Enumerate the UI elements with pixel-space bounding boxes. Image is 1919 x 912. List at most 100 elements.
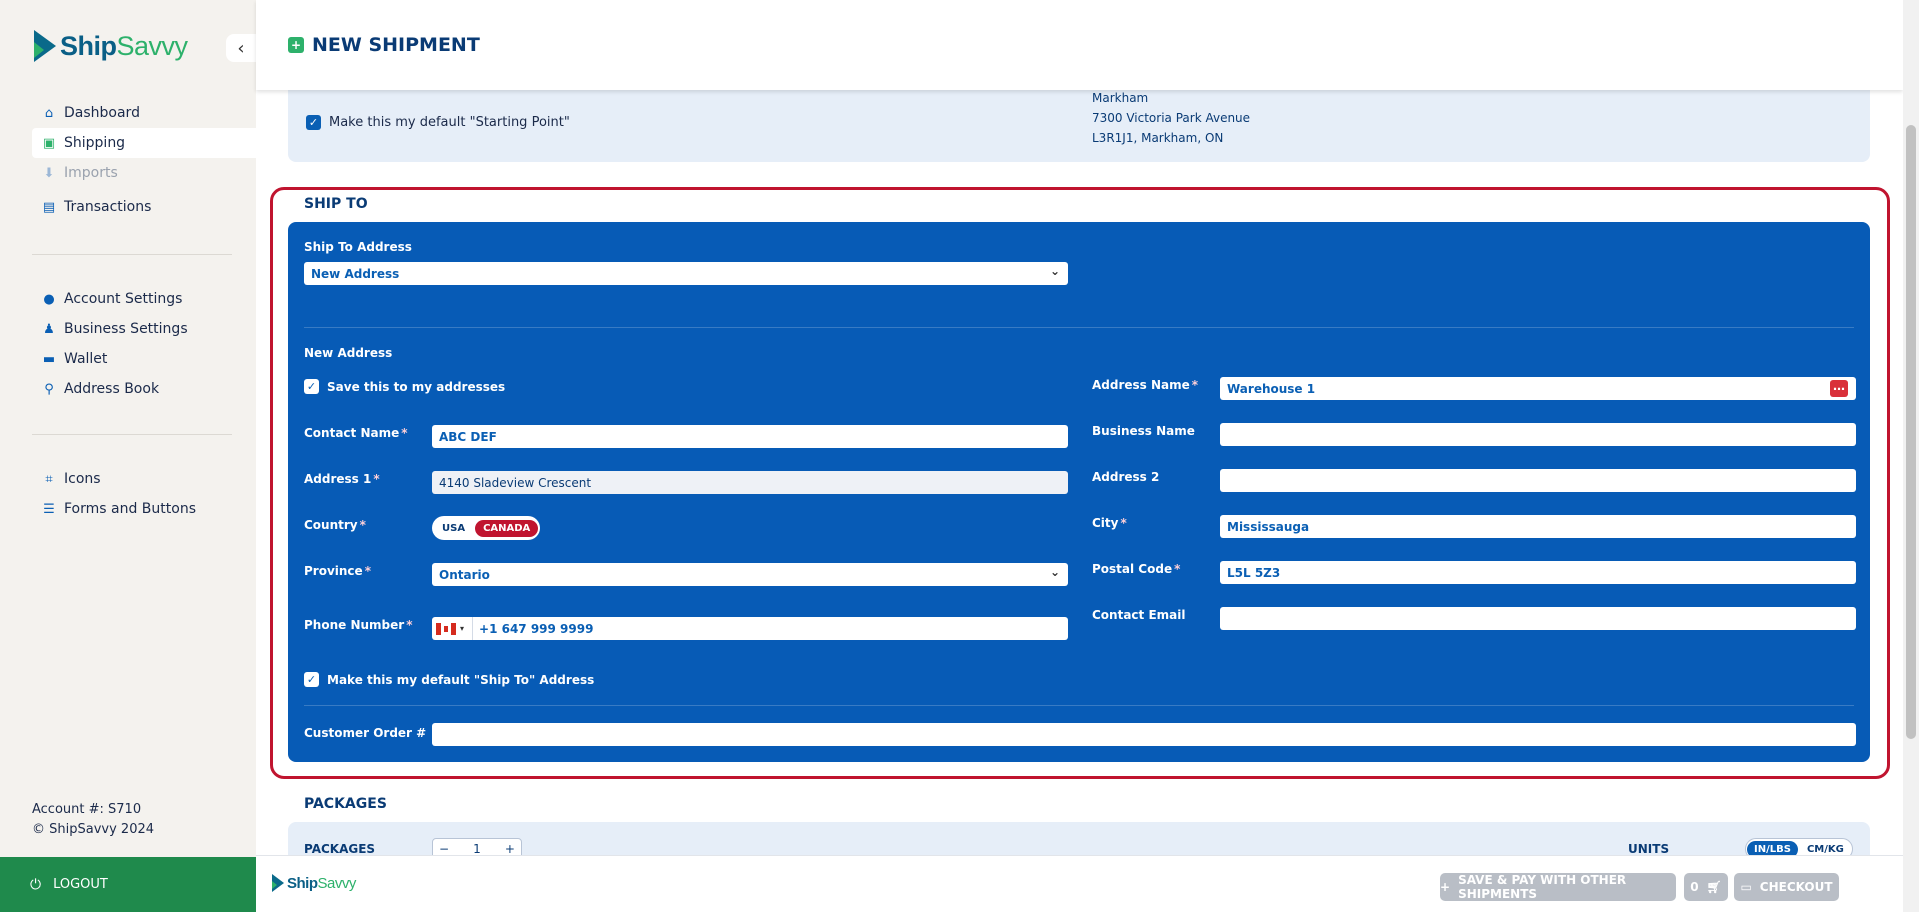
starting-point-address: Markham 7300 Victoria Park Avenue L3R1J1… [1092, 88, 1250, 148]
packages-panel: PACKAGES UNITS [288, 822, 1870, 855]
panel-divider [304, 327, 1854, 328]
sidebar-item-label: Imports [64, 165, 118, 181]
city-field[interactable]: Mississauga [1220, 515, 1856, 538]
postal-code-field[interactable]: L5L 5Z3 [1220, 561, 1856, 584]
contact-name-value: ABC DEF [439, 429, 497, 444]
logout-icon: ⏻ [30, 876, 42, 893]
ship-to-panel: Ship To Address New Address ⌄ New Addres… [288, 222, 1870, 762]
starting-point-line: 7300 Victoria Park Avenue [1092, 111, 1251, 125]
contact-name-field[interactable]: ABC DEF [432, 425, 1068, 448]
account-number: Account #: S710 [32, 802, 142, 817]
ship-to-address-select[interactable]: New Address ⌄ [304, 262, 1068, 285]
brand-name-part2: Savvy [317, 874, 357, 892]
checkbox-checked-icon[interactable]: ✓ [306, 115, 321, 130]
default-ship-to-checkbox[interactable]: ✓ Make this my default "Ship To" Address [304, 672, 594, 687]
contact-email-field[interactable] [1220, 607, 1856, 630]
page-header: + NEW SHIPMENT [256, 0, 1903, 90]
brand-name-part1: Ship [287, 874, 318, 892]
wallet-icon: ▬ [42, 351, 56, 367]
phone-separator [472, 617, 474, 640]
business-name-label: Business Name [1092, 424, 1195, 438]
home-icon: ⌂ [44, 105, 54, 121]
card-icon: ▭ [1740, 880, 1752, 894]
address2-field[interactable] [1220, 469, 1856, 492]
province-select[interactable]: Ontario ⌄ [432, 563, 1068, 586]
sidebar-item-icons[interactable]: ⌗ Icons [32, 464, 256, 494]
packages-count-label: PACKAGES [304, 842, 376, 855]
save-pay-other-shipments-button[interactable]: + SAVE & PAY WITH OTHER SHIPMENTS [1440, 873, 1676, 901]
logout-button[interactable]: ⏻ LOGOUT [0, 857, 256, 912]
customer-order-label: Customer Order # [304, 726, 427, 740]
minus-icon[interactable]: − [439, 842, 449, 855]
footer-bar: ShipSavvy + SAVE & PAY WITH OTHER SHIPME… [256, 855, 1903, 912]
units-option-in-lbs[interactable]: IN/LBS [1747, 840, 1798, 855]
collapse-sidebar-button[interactable]: ‹ [226, 34, 256, 62]
canada-flag-icon[interactable] [436, 622, 456, 635]
units-toggle[interactable]: IN/LBS CM/KG [1745, 838, 1853, 855]
chevron-down-icon: ⌄ [1049, 565, 1060, 579]
account-info: Account #: S710 © ShipSavvy 2024 [32, 800, 154, 840]
sidebar-divider [32, 434, 232, 435]
sidebar-item-shipping[interactable]: ▣ Shipping [32, 128, 256, 158]
ship-to-address-value: New Address [311, 266, 400, 281]
address1-field[interactable]: 4140 Sladeview Crescent [432, 471, 1068, 494]
sidebar-item-dashboard[interactable]: ⌂ Dashboard [32, 98, 256, 128]
packages-stepper[interactable]: − 1 + [432, 838, 522, 855]
plus-icon[interactable]: + [505, 842, 515, 855]
brand-name-part1: Ship [60, 30, 117, 61]
country-option-usa[interactable]: USA [434, 520, 473, 537]
save-pay-label: SAVE & PAY WITH OTHER SHIPMENTS [1458, 873, 1627, 901]
postal-code-label: Postal Code [1092, 562, 1180, 576]
sidebar-item-transactions[interactable]: ▤ Transactions [32, 192, 256, 222]
address-name-field[interactable]: Warehouse 1 ⋯ [1220, 377, 1856, 400]
phone-field[interactable]: ▾ +1 647 999 9999 [432, 617, 1068, 640]
default-starting-point-label: Make this my default "Starting Point" [329, 115, 570, 130]
default-ship-to-label: Make this my default "Ship To" Address [327, 672, 595, 687]
default-starting-point-checkbox[interactable]: ✓ Make this my default "Starting Point" [306, 115, 570, 130]
sidebar-item-label: Icons [64, 471, 101, 487]
sidebar-item-wallet[interactable]: ▬ Wallet [32, 344, 256, 374]
page-title: NEW SHIPMENT [312, 34, 480, 56]
contact-name-label: Contact Name [304, 426, 408, 440]
checkbox-checked-icon[interactable]: ✓ [304, 379, 319, 394]
checkbox-checked-icon[interactable]: ✓ [304, 672, 319, 687]
sidebar-item-imports[interactable]: ⬇ Imports [32, 158, 256, 188]
checkout-button[interactable]: ▭ CHECKOUT [1734, 873, 1839, 901]
new-address-heading: New Address [304, 346, 393, 360]
brand-logo[interactable]: ShipSavvy [34, 30, 188, 62]
cart-button[interactable]: 0 🛒︎ [1684, 873, 1728, 901]
customer-order-field[interactable] [432, 723, 1856, 746]
plus-icon: + [1440, 880, 1451, 894]
sidebar-item-business-settings[interactable]: ♟ Business Settings [32, 314, 256, 344]
ship-to-section-title: SHIP TO [304, 196, 368, 212]
save-to-addresses-label: Save this to my addresses [327, 379, 506, 394]
business-name-field[interactable] [1220, 423, 1856, 446]
contact-email-label: Contact Email [1092, 608, 1186, 622]
sidebar-item-account-settings[interactable]: ● Account Settings [32, 284, 256, 314]
country-label: Country [304, 518, 366, 532]
page-scrollbar-thumb[interactable] [1906, 125, 1916, 739]
sidebar-item-label: Transactions [64, 199, 152, 215]
address1-value: 4140 Sladeview Crescent [439, 475, 592, 490]
city-value: Mississauga [1227, 519, 1310, 534]
country-option-canada[interactable]: CANADA [475, 519, 539, 537]
postal-code-value: L5L 5Z3 [1227, 565, 1281, 580]
save-to-addresses-checkbox[interactable]: ✓ Save this to my addresses [304, 379, 505, 394]
document-icon: ▤ [42, 199, 56, 215]
sidebar-item-forms-and-buttons[interactable]: ☰ Forms and Buttons [32, 494, 256, 524]
units-option-cm-kg[interactable]: CM/KG [1800, 841, 1851, 856]
packages-section-title: PACKAGES [304, 796, 387, 812]
country-toggle[interactable]: USA CANADA [432, 516, 541, 540]
logo-mark-icon [34, 30, 56, 62]
address-name-label: Address Name [1092, 378, 1198, 392]
sidebar-item-address-book[interactable]: ⚲ Address Book [32, 374, 256, 404]
units-label: UNITS [1628, 842, 1670, 855]
address-name-value: Warehouse 1 [1227, 381, 1316, 396]
packages-count-value[interactable]: 1 [473, 842, 481, 855]
copyright: © ShipSavvy 2024 [32, 822, 155, 837]
chevron-left-icon: ‹ [237, 37, 245, 59]
address1-label: Address 1 [304, 472, 380, 486]
caret-down-icon[interactable]: ▾ [460, 624, 464, 633]
import-icon: ⬇ [43, 165, 55, 181]
more-options-icon[interactable]: ⋯ [1830, 380, 1848, 397]
